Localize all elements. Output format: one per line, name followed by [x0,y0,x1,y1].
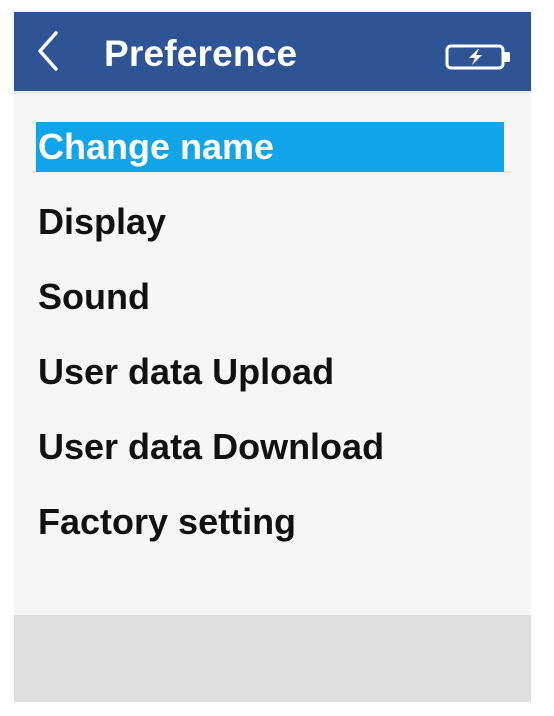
menu-item-user-data-upload[interactable]: User data Upload [14,341,531,416]
menu-item-label: Sound [38,276,150,317]
menu-item-label: Factory setting [38,501,297,542]
menu-item-label: Display [38,201,167,242]
menu-item-label: User data Upload [38,351,335,392]
device-screen: Preference Change name Display Sound Use… [14,12,531,702]
footer-bar [14,615,531,702]
chevron-left-icon [32,29,62,78]
menu-item-label: Change name [36,122,504,172]
menu-item-label: User data Download [38,426,385,467]
back-button[interactable] [27,30,67,76]
battery-charging-icon [444,42,514,72]
menu-item-user-data-download[interactable]: User data Download [14,416,531,491]
menu-item-factory-setting[interactable]: Factory setting [14,491,531,566]
page-title: Preference [104,33,298,74]
menu-item-sound[interactable]: Sound [14,266,531,341]
menu-item-display[interactable]: Display [14,191,531,266]
header-bar: Preference [14,12,531,94]
preference-menu: Change name Display Sound User data Uplo… [14,116,531,566]
menu-item-change-name[interactable]: Change name [14,116,531,191]
